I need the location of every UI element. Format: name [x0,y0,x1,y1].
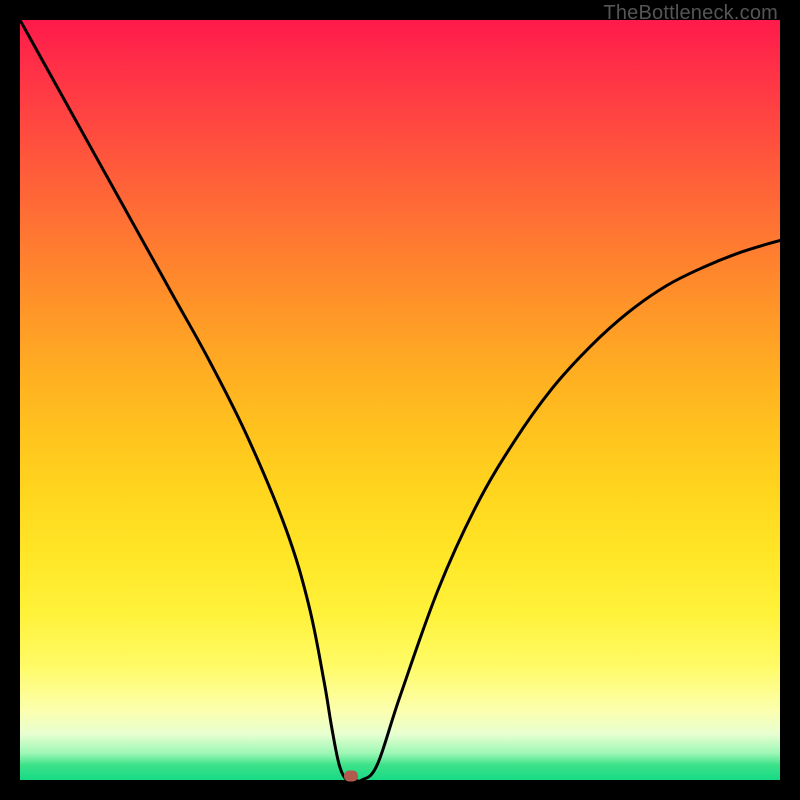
curve-svg [20,20,780,780]
chart-frame: TheBottleneck.com [0,0,800,800]
plot-area [20,20,780,780]
bottleneck-curve [20,20,780,780]
optimum-marker [344,771,358,782]
